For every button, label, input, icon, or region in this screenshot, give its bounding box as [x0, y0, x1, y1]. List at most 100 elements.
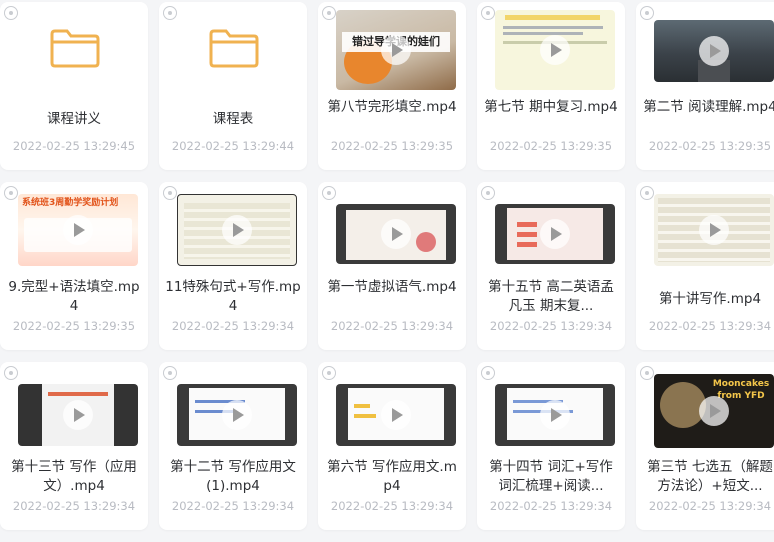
video-thumbnail[interactable]: [177, 194, 297, 266]
text-line: [48, 392, 108, 396]
select-checkbox[interactable]: [481, 366, 495, 380]
play-icon[interactable]: [63, 215, 93, 245]
file-card-video[interactable]: 第七节 期中复习.mp4 2022-02-25 13:29:35: [477, 2, 625, 170]
file-date: 2022-02-25 13:29:35: [648, 139, 772, 153]
thumbnail-caption: 系统班3周勤学奖励计划: [22, 198, 119, 208]
file-card-video[interactable]: 第一节虚拟语气.mp4 2022-02-25 13:29:34: [318, 182, 466, 350]
shell-graphic: [416, 232, 436, 252]
video-thumbnail[interactable]: [177, 384, 297, 446]
label-chip: [354, 414, 376, 418]
file-date: 2022-02-25 13:29:34: [648, 319, 772, 333]
select-checkbox[interactable]: [163, 186, 177, 200]
video-thumbnail[interactable]: [495, 204, 615, 264]
file-name[interactable]: 第二节 阅读理解.mp4: [642, 98, 774, 117]
file-date: 2022-02-25 13:29:35: [330, 139, 454, 153]
video-thumbnail[interactable]: [495, 10, 615, 90]
file-name[interactable]: 第三节 七选五（解题方法论）+短文...: [642, 458, 774, 496]
play-icon[interactable]: [381, 35, 411, 65]
file-name[interactable]: 第十二节 写作应用文(1).mp4: [165, 458, 301, 496]
file-card-video[interactable]: 第十五节 高二英语孟凡玉 期末复... 2022-02-25 13:29:34: [477, 182, 625, 350]
select-checkbox[interactable]: [4, 366, 18, 380]
text-line: [503, 32, 583, 35]
play-icon[interactable]: [699, 36, 729, 66]
play-icon[interactable]: [381, 219, 411, 249]
file-card-folder[interactable]: 课程讲义 2022-02-25 13:29:45: [0, 2, 148, 170]
file-name[interactable]: 第八节完形填空.mp4: [324, 98, 460, 117]
video-thumbnail[interactable]: [18, 384, 138, 446]
file-date: 2022-02-25 13:29:34: [489, 319, 613, 333]
select-checkbox[interactable]: [163, 366, 177, 380]
file-grid: 课程讲义 2022-02-25 13:29:45 课程表 2022-02-25 …: [0, 0, 774, 542]
file-name[interactable]: 第十讲写作.mp4: [642, 290, 774, 309]
file-name[interactable]: 第七节 期中复习.mp4: [483, 98, 619, 117]
file-date: 2022-02-25 13:29:34: [171, 499, 295, 513]
select-checkbox[interactable]: [322, 366, 336, 380]
label-chip: [517, 232, 537, 237]
label-chip: [517, 222, 537, 227]
file-name[interactable]: 课程表: [165, 110, 301, 129]
file-card-video[interactable]: 11特殊句式+写作.mp4 2022-02-25 13:29:34: [159, 182, 307, 350]
file-card-video[interactable]: 第十三节 写作（应用文）.mp4 2022-02-25 13:29:34: [0, 362, 148, 530]
video-thumbnail[interactable]: Mooncakes from YFD: [654, 374, 774, 448]
file-name[interactable]: 第一节虚拟语气.mp4: [324, 278, 460, 297]
text-line: [505, 15, 600, 20]
play-icon[interactable]: [222, 400, 252, 430]
select-checkbox[interactable]: [481, 6, 495, 20]
file-date: 2022-02-25 13:29:34: [648, 499, 772, 513]
select-checkbox[interactable]: [640, 366, 654, 380]
file-card-video[interactable]: 错过导学课的娃们 第八节完形填空.mp4 2022-02-25 13:29:35: [318, 2, 466, 170]
label-chip: [517, 242, 537, 247]
select-checkbox[interactable]: [163, 6, 177, 20]
video-thumbnail[interactable]: [495, 384, 615, 446]
file-card-video[interactable]: 第二节 阅读理解.mp4 2022-02-25 13:29:35: [636, 2, 774, 170]
folder-icon: [209, 29, 259, 68]
select-checkbox[interactable]: [640, 186, 654, 200]
video-thumbnail[interactable]: [336, 204, 456, 264]
video-thumbnail[interactable]: [654, 194, 774, 266]
play-icon[interactable]: [540, 35, 570, 65]
video-thumbnail[interactable]: 错过导学课的娃们: [336, 10, 456, 90]
file-date: 2022-02-25 13:29:34: [12, 499, 136, 513]
select-checkbox[interactable]: [4, 186, 18, 200]
play-icon[interactable]: [540, 400, 570, 430]
select-checkbox[interactable]: [322, 6, 336, 20]
text-line: [503, 26, 603, 29]
file-card-video[interactable]: 第十四节 词汇+写作词汇梳理+阅读... 2022-02-25 13:29:34: [477, 362, 625, 530]
file-card-video[interactable]: 第六节 写作应用文.mp4 2022-02-25 13:29:34: [318, 362, 466, 530]
file-card-video[interactable]: 第十讲写作.mp4 2022-02-25 13:29:34: [636, 182, 774, 350]
file-name[interactable]: 课程讲义: [6, 110, 142, 129]
file-name[interactable]: 第十三节 写作（应用文）.mp4: [6, 458, 142, 496]
file-card-folder[interactable]: 课程表 2022-02-25 13:29:44: [159, 2, 307, 170]
file-date: 2022-02-25 13:29:44: [171, 139, 295, 153]
play-icon[interactable]: [63, 400, 93, 430]
play-icon[interactable]: [699, 215, 729, 245]
select-checkbox[interactable]: [4, 6, 18, 20]
file-name[interactable]: 第十五节 高二英语孟凡玉 期末复...: [483, 278, 619, 316]
video-thumbnail[interactable]: [336, 384, 456, 446]
file-name[interactable]: 第十四节 词汇+写作词汇梳理+阅读...: [483, 458, 619, 496]
file-date: 2022-02-25 13:29:45: [12, 139, 136, 153]
select-checkbox[interactable]: [322, 186, 336, 200]
file-date: 2022-02-25 13:29:35: [12, 319, 136, 333]
file-date: 2022-02-25 13:29:34: [489, 499, 613, 513]
play-icon[interactable]: [381, 400, 411, 430]
video-thumbnail[interactable]: 系统班3周勤学奖励计划: [18, 194, 138, 266]
folder-icon: [50, 29, 100, 68]
select-checkbox[interactable]: [481, 186, 495, 200]
file-date: 2022-02-25 13:29:34: [330, 319, 454, 333]
play-icon[interactable]: [222, 215, 252, 245]
select-checkbox[interactable]: [640, 6, 654, 20]
play-icon[interactable]: [699, 396, 729, 426]
file-name[interactable]: 11特殊句式+写作.mp4: [165, 278, 301, 316]
play-icon[interactable]: [540, 219, 570, 249]
file-card-video[interactable]: Mooncakes from YFD 第三节 七选五（解题方法论）+短文... …: [636, 362, 774, 530]
file-card-video[interactable]: 第十二节 写作应用文(1).mp4 2022-02-25 13:29:34: [159, 362, 307, 530]
video-thumbnail[interactable]: [654, 20, 774, 82]
file-date: 2022-02-25 13:29:34: [171, 319, 295, 333]
file-card-video[interactable]: 系统班3周勤学奖励计划 9.完型+语法填空.mp4 2022-02-25 13:…: [0, 182, 148, 350]
file-name[interactable]: 第六节 写作应用文.mp4: [324, 458, 460, 496]
label-chip: [354, 404, 370, 408]
file-date: 2022-02-25 13:29:34: [330, 499, 454, 513]
file-date: 2022-02-25 13:29:35: [489, 139, 613, 153]
file-name[interactable]: 9.完型+语法填空.mp4: [6, 278, 142, 316]
